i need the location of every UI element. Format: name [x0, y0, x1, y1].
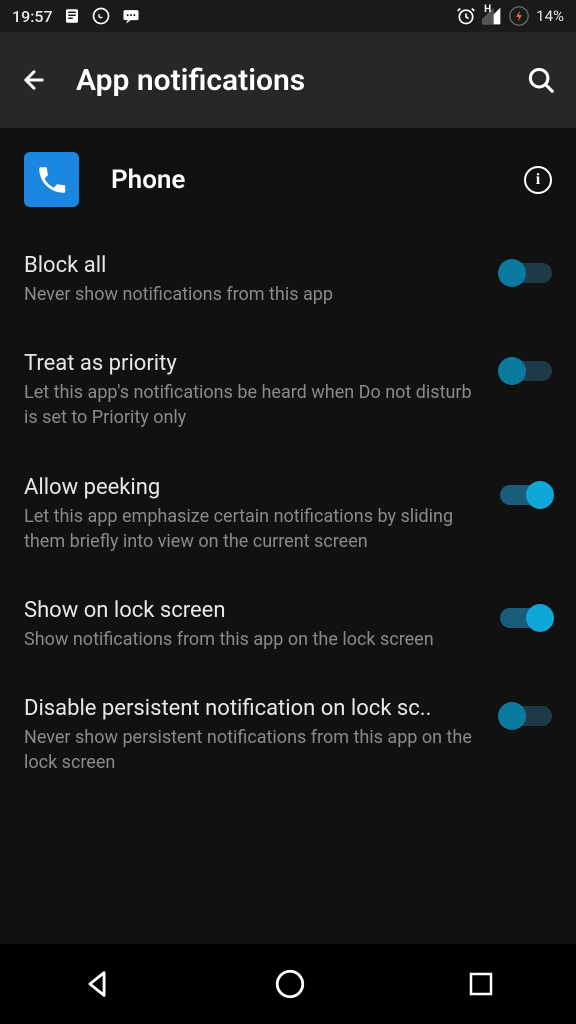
back-button[interactable] [20, 66, 48, 94]
nav-bar [0, 944, 576, 1024]
setting-desc: Let this app's notifications be heard wh… [24, 380, 480, 430]
setting-title: Treat as priority [24, 351, 480, 376]
app-bar: App notifications [0, 32, 576, 128]
toggle-disable-persistent[interactable] [500, 706, 552, 726]
toggle-allow-peeking[interactable] [500, 485, 552, 505]
setting-title: Disable persistent notification on lock … [24, 696, 480, 721]
nav-back-button[interactable] [80, 967, 114, 1001]
setting-desc: Never show notifications from this app [24, 282, 480, 307]
bbm-icon [121, 6, 141, 26]
app-name-label: Phone [111, 165, 524, 195]
page-title: App notifications [76, 63, 526, 98]
info-button[interactable]: i [524, 166, 552, 194]
status-right: H 14% [456, 5, 564, 27]
setting-disable-persistent[interactable]: Disable persistent notification on lock … [0, 674, 576, 797]
setting-show-lock-screen[interactable]: Show on lock screen Show notifications f… [0, 576, 576, 674]
setting-desc: Never show persistent notifications from… [24, 725, 480, 775]
setting-block-all[interactable]: Block all Never show notifications from … [0, 231, 576, 329]
alarm-icon [456, 6, 476, 26]
notification-icon [63, 7, 81, 25]
toggle-show-lock-screen[interactable] [500, 608, 552, 628]
status-time: 19:57 [12, 7, 53, 26]
nav-recents-button[interactable] [466, 969, 496, 999]
app-header: Phone i [0, 128, 576, 231]
whatsapp-icon [91, 6, 111, 26]
setting-desc: Show notifications from this app on the … [24, 627, 480, 652]
status-left: 19:57 [12, 6, 141, 26]
setting-title: Allow peeking [24, 475, 480, 500]
toggle-block-all[interactable] [500, 263, 552, 283]
setting-title: Block all [24, 253, 480, 278]
search-button[interactable] [526, 65, 556, 95]
setting-title: Show on lock screen [24, 598, 480, 623]
status-bar: 19:57 H 14% [0, 0, 576, 32]
battery-percent: 14% [536, 7, 564, 25]
setting-treat-priority[interactable]: Treat as priority Let this app's notific… [0, 329, 576, 452]
setting-desc: Let this app emphasize certain notificat… [24, 504, 480, 554]
battery-icon [508, 5, 530, 27]
nav-home-button[interactable] [273, 967, 307, 1001]
signal-icon: H [482, 6, 502, 26]
content: Phone i Block all Never show notificatio… [0, 128, 576, 798]
setting-allow-peeking[interactable]: Allow peeking Let this app emphasize cer… [0, 453, 576, 576]
phone-app-icon [24, 152, 79, 207]
toggle-treat-priority[interactable] [500, 361, 552, 381]
